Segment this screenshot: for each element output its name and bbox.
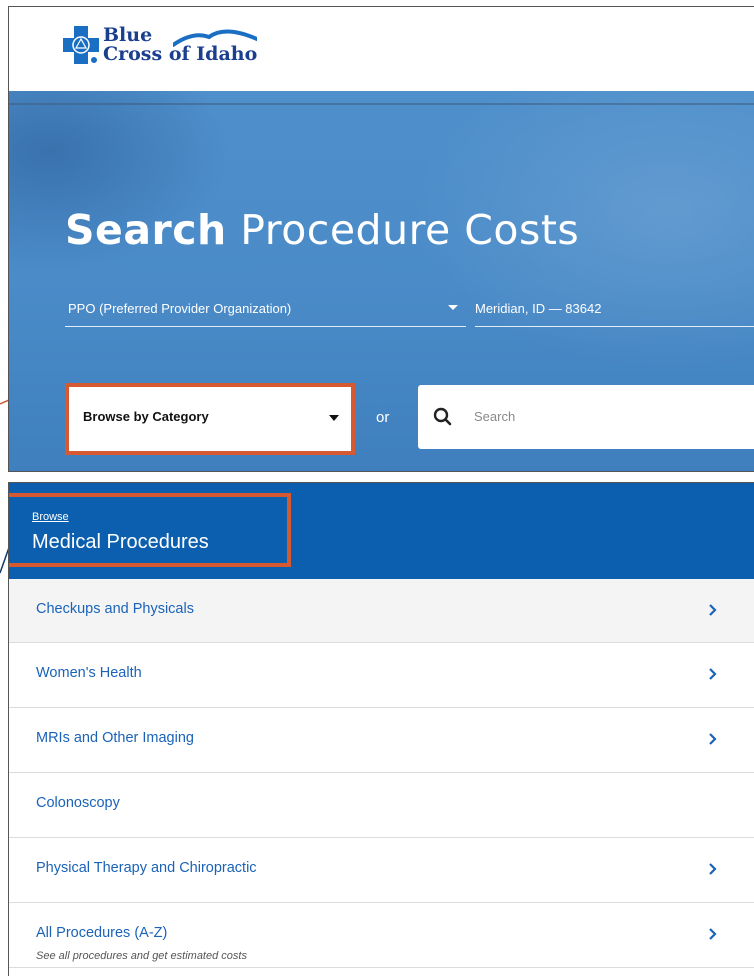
plan-select-value: PPO (Preferred Provider Organization) [68,301,292,316]
chevron-right-icon [709,733,717,745]
cross-shield-icon [63,24,99,66]
list-item-label: Women's Health [36,665,142,681]
breadcrumb-highlight: Browse Medical Procedures [9,493,291,567]
chevron-right-icon [709,668,717,680]
chevron-right-icon [709,863,717,875]
browse-category-screen: Browse Medical Procedures Checkups and P… [8,482,754,976]
search-placeholder: Search [474,409,516,424]
or-separator: or [376,409,390,426]
breadcrumb-browse-link[interactable]: Browse [32,511,69,523]
list-item[interactable]: Women's Health [9,643,754,708]
list-item[interactable]: Colonoscopy [9,773,754,838]
search-input[interactable]: Search [418,385,754,449]
plan-select[interactable]: PPO (Preferred Provider Organization) [65,291,466,327]
procedure-search-screen: Blue Cross of Idaho Search Procedure Cos… [8,6,754,472]
list-item-label: All Procedures (A-Z) [36,925,168,941]
list-item-label: Colonoscopy [36,795,120,811]
list-item[interactable]: Checkups and Physicals [9,579,754,643]
list-item-label: MRIs and Other Imaging [36,730,194,746]
category-header: Browse Medical Procedures [9,483,754,579]
blue-cross-logo[interactable]: Blue Cross of Idaho [63,24,257,66]
search-icon [433,407,452,426]
hero-banner: Search Procedure Costs PPO (Preferred Pr… [9,91,754,471]
procedure-category-list: Checkups and Physicals Women's Health MR… [9,579,754,968]
browse-by-category-dropdown[interactable]: Browse by Category [65,383,355,455]
list-item-label: Checkups and Physicals [36,601,194,617]
list-item-subtitle: See all procedures and get estimated cos… [36,950,247,962]
hero-divider [9,103,754,105]
location-field[interactable]: Meridian, ID — 83642 [475,291,754,327]
page-title: Search Procedure Costs [65,206,580,254]
chevron-right-icon [709,604,717,616]
caret-down-icon [448,305,458,310]
list-item[interactable]: All Procedures (A-Z) See all procedures … [9,903,754,968]
caret-down-icon [329,415,339,421]
header-bar: Blue Cross of Idaho [9,7,754,91]
list-item[interactable]: Physical Therapy and Chiropractic [9,838,754,903]
list-item[interactable]: MRIs and Other Imaging [9,708,754,773]
chevron-right-icon [709,928,717,940]
category-title: Medical Procedures [32,531,209,553]
location-value: Meridian, ID — 83642 [475,301,602,316]
list-item-label: Physical Therapy and Chiropractic [36,860,257,876]
browse-dropdown-label: Browse by Category [83,409,209,424]
mountain-icon [173,29,257,47]
